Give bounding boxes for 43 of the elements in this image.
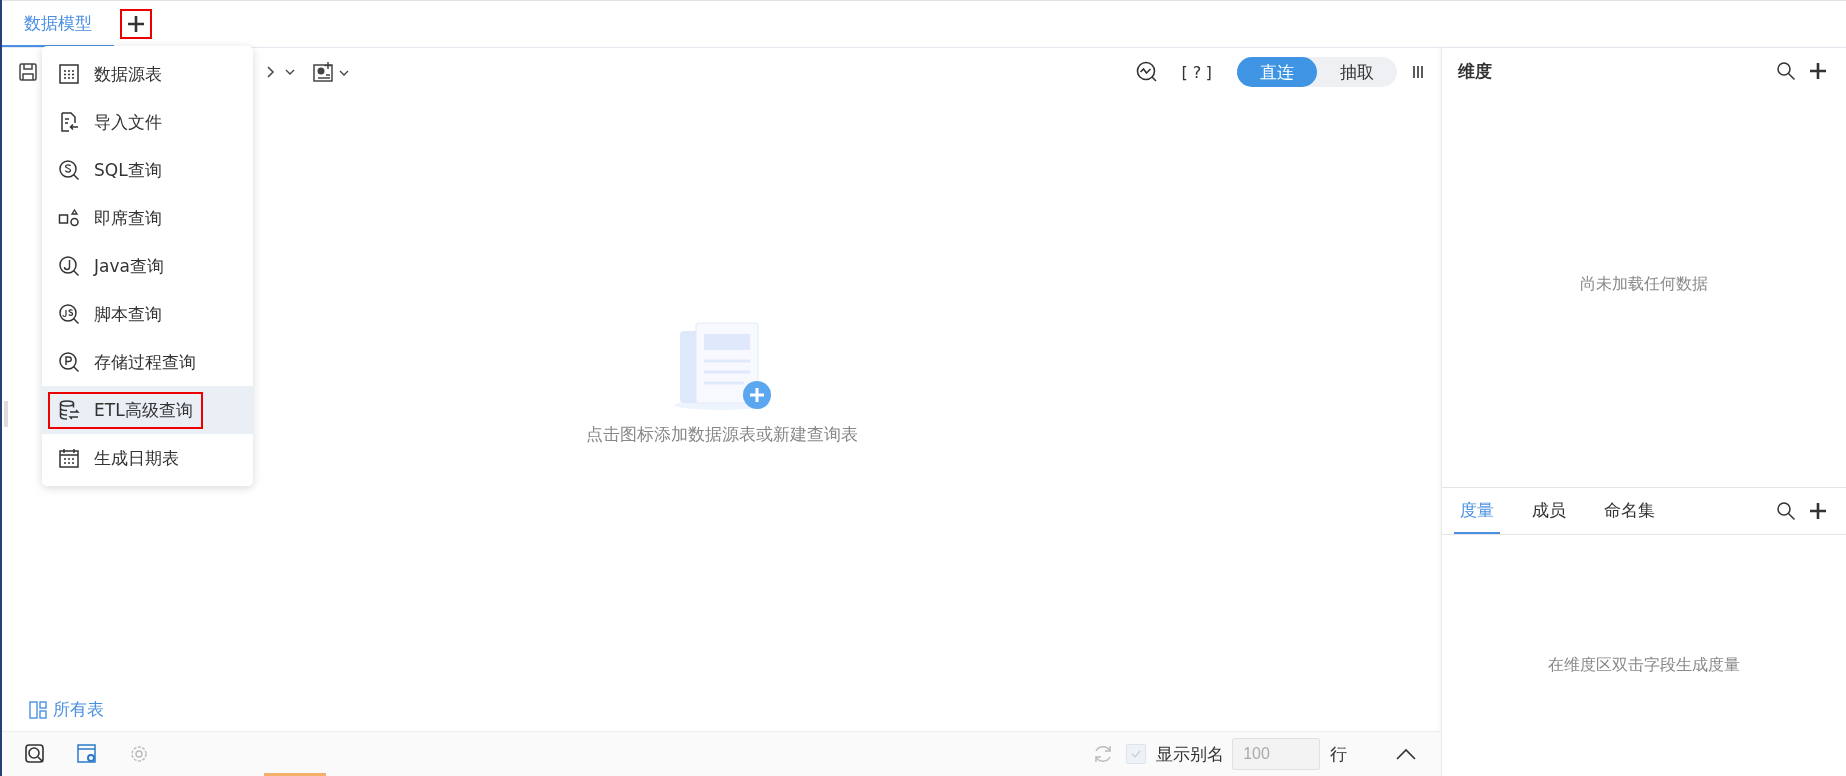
search-window-icon[interactable] xyxy=(24,743,46,765)
dimension-title: 维度 xyxy=(1458,59,1493,83)
plus-icon[interactable] xyxy=(1808,501,1828,521)
measure-tab[interactable]: 成员 xyxy=(1526,488,1573,534)
row-unit-label: 行 xyxy=(1330,742,1348,766)
row-count-field[interactable]: 100 xyxy=(1232,738,1321,770)
calendar-icon xyxy=(58,447,80,469)
window-settings-icon[interactable] xyxy=(76,743,98,765)
menu-item[interactable]: Java查询 xyxy=(42,242,253,290)
help-button[interactable]: [?] xyxy=(1173,62,1224,82)
menu-item[interactable]: 脚本查询 xyxy=(42,290,253,338)
database-arrows-icon xyxy=(58,399,80,421)
progress-strip xyxy=(264,773,326,776)
measure-tab[interactable]: 命名集 xyxy=(1598,488,1662,534)
magnifier-circle-icon xyxy=(58,159,80,181)
menu-item[interactable]: 导入文件 xyxy=(42,98,253,146)
magnifier-circle-icon xyxy=(58,351,80,373)
empty-canvas-message: 点击图标添加数据源表或新建查询表 xyxy=(585,423,858,446)
save-icon[interactable] xyxy=(18,62,38,82)
add-tab-button[interactable] xyxy=(120,9,152,39)
chevron-up-icon[interactable] xyxy=(1395,747,1418,761)
menu-item[interactable]: SQL查询 xyxy=(42,146,253,194)
menu-item[interactable]: 数据源表 xyxy=(42,50,253,98)
search-icon[interactable] xyxy=(1776,61,1796,81)
shapes-icon xyxy=(58,207,80,229)
table-icon xyxy=(58,63,80,85)
magnifier-circle-icon xyxy=(58,255,80,277)
menu-item[interactable]: 存储过程查询 xyxy=(42,338,253,386)
resize-handle[interactable] xyxy=(4,401,8,427)
file-arrow-icon xyxy=(58,111,80,133)
menu-item[interactable]: ETL高级查询 xyxy=(42,386,253,434)
columns-icon[interactable] xyxy=(1411,64,1426,80)
menu-item[interactable]: 即席查询 xyxy=(42,194,253,242)
mode-option[interactable]: 抽取 xyxy=(1317,57,1398,87)
show-alias-label: 显示别名 xyxy=(1156,742,1225,766)
magnifier-circle-icon xyxy=(58,303,80,325)
measure-empty-message: 在维度区双击字段生成度量 xyxy=(1548,655,1741,676)
search-icon[interactable] xyxy=(1776,501,1796,521)
layout-icon xyxy=(29,700,47,719)
menu-item[interactable]: 生成日期表 xyxy=(42,434,253,482)
dimension-empty-message: 尚未加载任何数据 xyxy=(1580,274,1709,295)
plus-icon[interactable] xyxy=(1808,61,1828,81)
plus-icon xyxy=(127,15,145,33)
